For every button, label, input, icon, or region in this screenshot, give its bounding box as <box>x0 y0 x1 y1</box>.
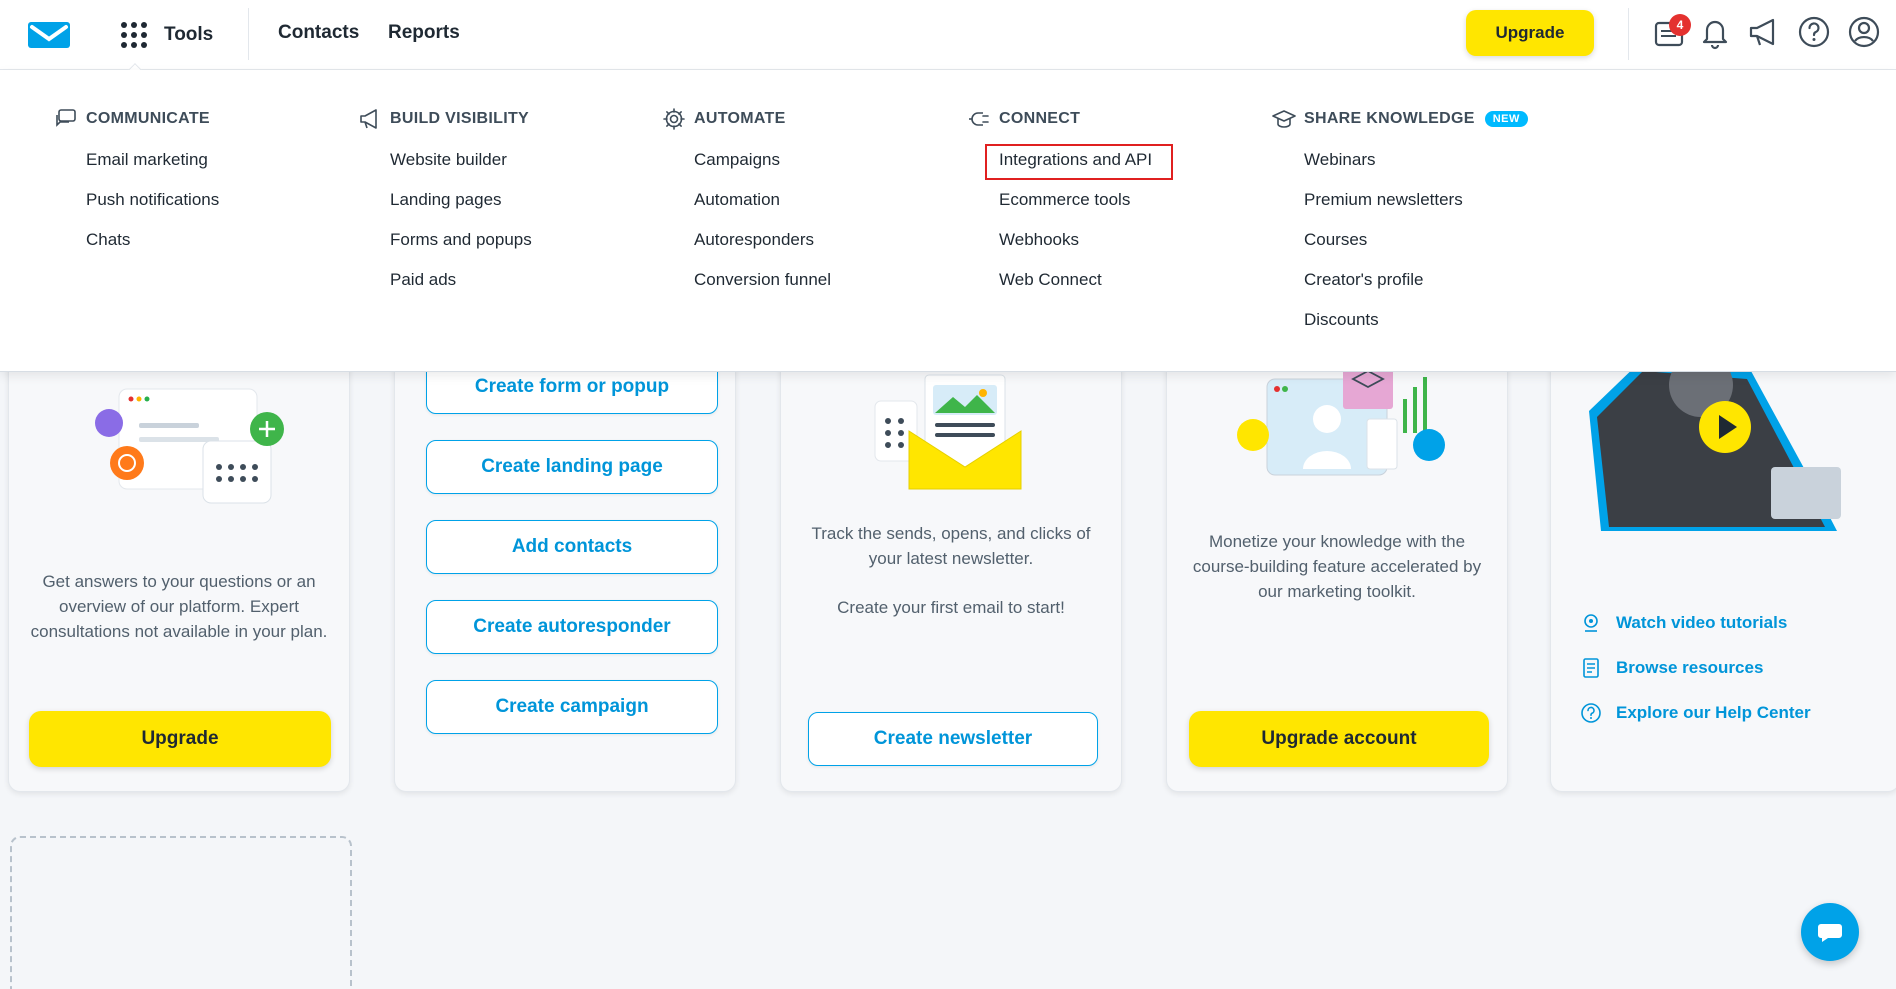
divider <box>248 8 249 60</box>
menu-column-share-knowledge: SHARE KNOWLEDGE NEW Webinars Premium new… <box>1272 106 1528 340</box>
help-link-video-tutorials[interactable]: Watch video tutorials <box>1580 612 1787 634</box>
create-campaign-button[interactable]: Create campaign <box>426 680 718 734</box>
menu-column-automate: AUTOMATE Campaigns Automation Autorespon… <box>662 106 831 300</box>
add-contacts-button[interactable]: Add contacts <box>426 520 718 574</box>
support-card: Get answers to your questions or an over… <box>8 330 350 792</box>
support-description: Get answers to your questions or an over… <box>30 572 328 641</box>
graduation-cap-icon <box>1272 110 1296 128</box>
help-link-help-center[interactable]: Explore our Help Center <box>1580 702 1811 724</box>
gear-icon <box>663 108 685 130</box>
menu-item-courses[interactable]: Courses <box>1304 220 1528 260</box>
nav-contacts[interactable]: Contacts <box>278 22 359 44</box>
create-autoresponder-button[interactable]: Create autoresponder <box>426 600 718 654</box>
newsletter-description: Track the sends, opens, and clicks of yo… <box>811 524 1091 568</box>
top-bar: Tools Contacts Reports Upgrade 4 <box>0 0 1896 83</box>
help-icon[interactable] <box>1796 14 1832 50</box>
help-link-label: Browse resources <box>1616 658 1764 677</box>
menu-item-forms-and-popups[interactable]: Forms and popups <box>390 220 532 260</box>
courses-description: Monetize your knowledge with the course-… <box>1192 532 1482 601</box>
support-upgrade-button[interactable]: Upgrade <box>29 711 331 767</box>
help-link-label: Watch video tutorials <box>1616 613 1788 632</box>
megaphone-icon <box>360 109 377 129</box>
menu-item-chats[interactable]: Chats <box>86 220 219 260</box>
tools-menu-button[interactable]: Tools <box>120 18 214 83</box>
menu-item-web-connect[interactable]: Web Connect <box>999 260 1152 300</box>
help-link-browse-resources[interactable]: Browse resources <box>1580 657 1763 679</box>
menu-item-push-notifications[interactable]: Push notifications <box>86 180 219 220</box>
chat-bubble-icon <box>1818 924 1842 942</box>
live-chat-button[interactable] <box>1801 903 1859 961</box>
megaphone-icon[interactable] <box>1746 14 1782 50</box>
course-builder-illustration-icon <box>1237 359 1445 476</box>
menu-item-ecommerce-tools[interactable]: Ecommerce tools <box>999 180 1152 220</box>
help-icon <box>1581 703 1601 723</box>
menu-column-build-visibility: BUILD VISIBILITY Website builder Landing… <box>358 106 532 300</box>
upgrade-account-button[interactable]: Upgrade account <box>1189 711 1489 767</box>
newsletter-card: Track the sends, opens, and clicks of yo… <box>780 330 1122 792</box>
menu-item-webinars[interactable]: Webinars <box>1304 140 1528 180</box>
nav-reports[interactable]: Reports <box>388 22 460 44</box>
bell-icon[interactable] <box>1697 14 1733 50</box>
newsletter-cta-text: Create your first email to start! <box>837 598 1065 617</box>
menu-heading-communicate: COMMUNICATE <box>86 110 210 127</box>
menu-item-email-marketing[interactable]: Email marketing <box>86 140 219 180</box>
menu-item-website-builder[interactable]: Website builder <box>390 140 532 180</box>
plug-icon <box>969 112 989 126</box>
upgrade-button[interactable]: Upgrade <box>1466 10 1594 56</box>
menu-item-campaigns[interactable]: Campaigns <box>694 140 831 180</box>
create-newsletter-button[interactable]: Create newsletter <box>808 712 1098 766</box>
tools-label: Tools <box>164 24 214 45</box>
menu-item-conversion-funnel[interactable]: Conversion funnel <box>694 260 831 300</box>
menu-item-premium-newsletters[interactable]: Premium newsletters <box>1304 180 1528 220</box>
support-illustration-icon <box>95 388 284 504</box>
menu-item-landing-pages[interactable]: Landing pages <box>390 180 532 220</box>
help-link-label: Explore our Help Center <box>1616 703 1811 722</box>
notification-badge: 4 <box>1669 14 1691 36</box>
empty-widget-placeholder[interactable] <box>10 836 352 989</box>
menu-item-webhooks[interactable]: Webhooks <box>999 220 1152 260</box>
video-pin-icon <box>1584 614 1598 632</box>
menu-heading-share-knowledge: SHARE KNOWLEDGE <box>1304 110 1475 127</box>
menu-heading-connect: CONNECT <box>999 110 1081 127</box>
user-account-icon[interactable] <box>1846 14 1882 50</box>
menu-item-discounts[interactable]: Discounts <box>1304 300 1528 340</box>
menu-item-automation[interactable]: Automation <box>694 180 831 220</box>
menu-item-integrations-and-api[interactable]: Integrations and API <box>984 140 1174 180</box>
create-landing-page-button[interactable]: Create landing page <box>426 440 718 494</box>
menu-column-communicate: COMMUNICATE Email marketing Push notific… <box>54 106 219 260</box>
tools-dropdown-menu: COMMUNICATE Email marketing Push notific… <box>0 70 1896 372</box>
apps-grid-icon <box>120 21 148 49</box>
menu-column-connect: CONNECT Integrations and API Ecommerce t… <box>967 106 1174 300</box>
newsletter-envelope-icon <box>874 374 1022 490</box>
getresponse-logo-icon[interactable] <box>28 22 70 48</box>
menu-item-creators-profile[interactable]: Creator's profile <box>1304 260 1528 300</box>
menu-heading-build-visibility: BUILD VISIBILITY <box>390 110 530 127</box>
courses-card: Monetize your knowledge with the course-… <box>1166 330 1508 792</box>
chat-bubbles-icon <box>56 109 76 127</box>
menu-item-autoresponders[interactable]: Autoresponders <box>694 220 831 260</box>
menu-heading-automate: AUTOMATE <box>694 110 786 127</box>
divider <box>1628 8 1629 60</box>
menu-item-paid-ads[interactable]: Paid ads <box>390 260 532 300</box>
book-icon <box>1583 658 1599 678</box>
new-badge: NEW <box>1484 111 1528 127</box>
quick-actions-card: Create form or popup Create landing page… <box>394 330 736 792</box>
